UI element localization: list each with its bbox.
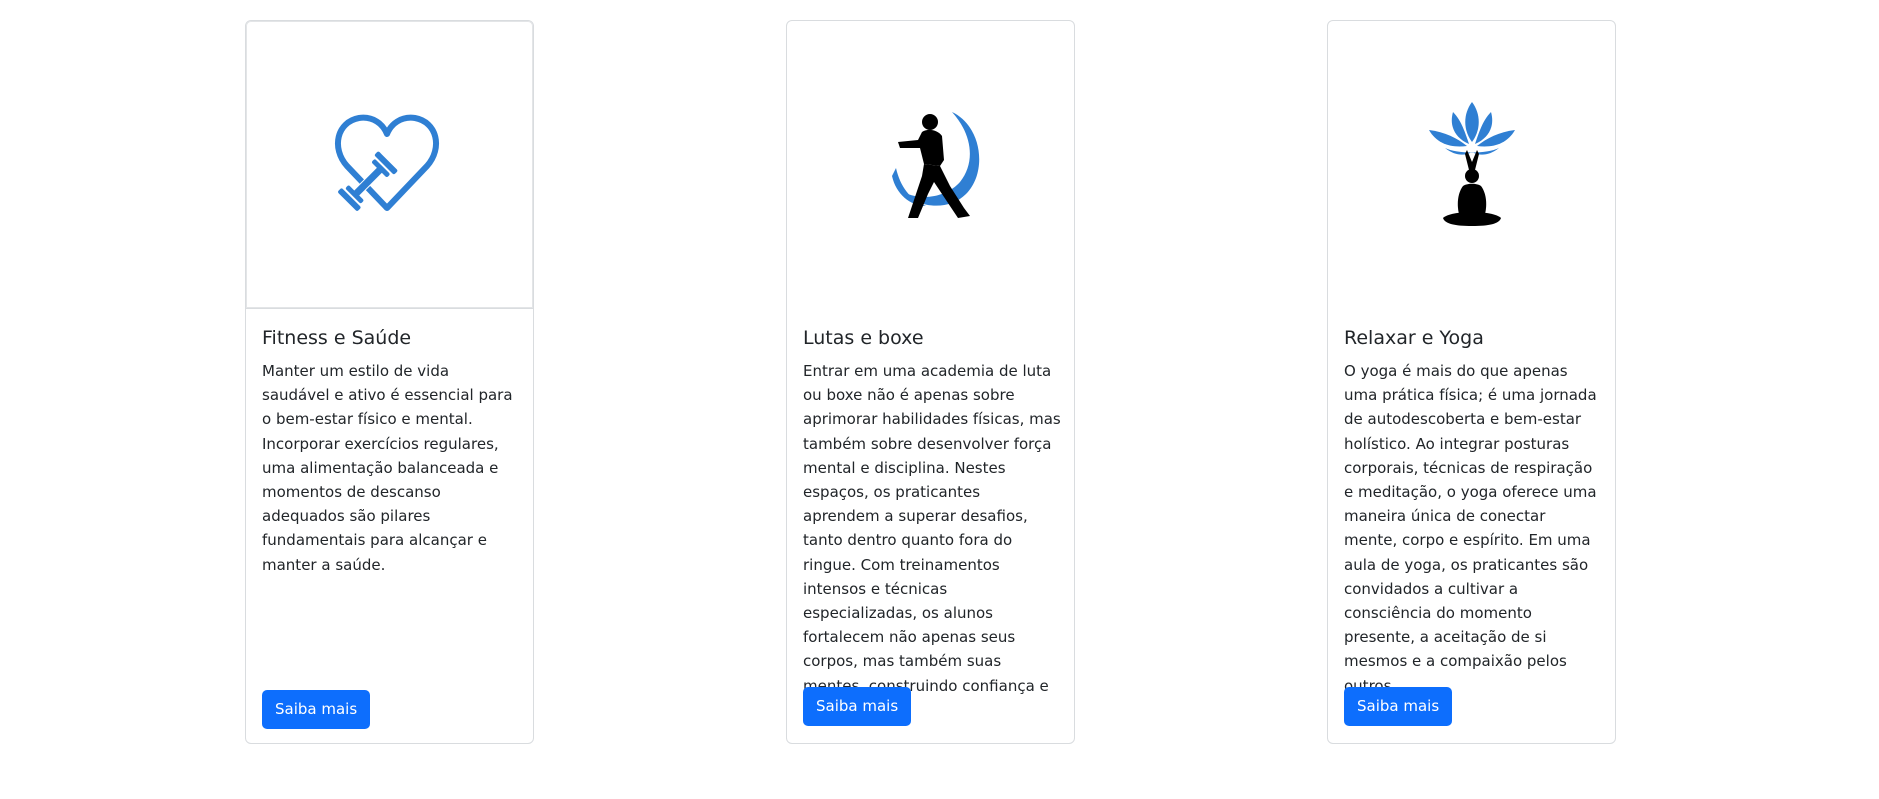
card-image	[246, 21, 533, 309]
card-body: Relaxar e Yoga O yoga é mais do que apen…	[1344, 324, 1602, 698]
saiba-mais-button[interactable]: Saiba mais	[1344, 687, 1453, 726]
card-text: Entrar em uma academia de luta ou boxe n…	[803, 362, 1061, 719]
card-text: Manter um estilo de vida saudável e ativ…	[262, 362, 513, 574]
card-body: Lutas e boxe Entrar em uma academia de l…	[803, 324, 1061, 722]
card-title: Relaxar e Yoga	[1344, 327, 1484, 349]
card-title: Fitness e Saúde	[262, 327, 412, 349]
card-title: Lutas e boxe	[803, 327, 924, 349]
cards-row: Fitness e Saúde Manter um estilo de vida…	[0, 0, 1879, 799]
card-fitness: Fitness e Saúde Manter um estilo de vida…	[245, 20, 534, 744]
card-body: Fitness e Saúde Manter um estilo de vida…	[262, 324, 520, 577]
card-lutas: Lutas e boxe Entrar em uma academia de l…	[786, 20, 1075, 744]
heart-dumbbell-icon	[334, 114, 439, 211]
card-yoga: Relaxar e Yoga O yoga é mais do que apen…	[1327, 20, 1616, 744]
saiba-mais-button[interactable]: Saiba mais	[262, 690, 371, 729]
martial-artist-icon	[891, 111, 979, 218]
card-image	[787, 21, 1074, 308]
lotus-yoga-icon	[1428, 101, 1515, 226]
card-text: O yoga é mais do que apenas uma prática …	[1344, 362, 1597, 695]
card-image	[1328, 21, 1615, 308]
saiba-mais-button[interactable]: Saiba mais	[803, 687, 912, 726]
